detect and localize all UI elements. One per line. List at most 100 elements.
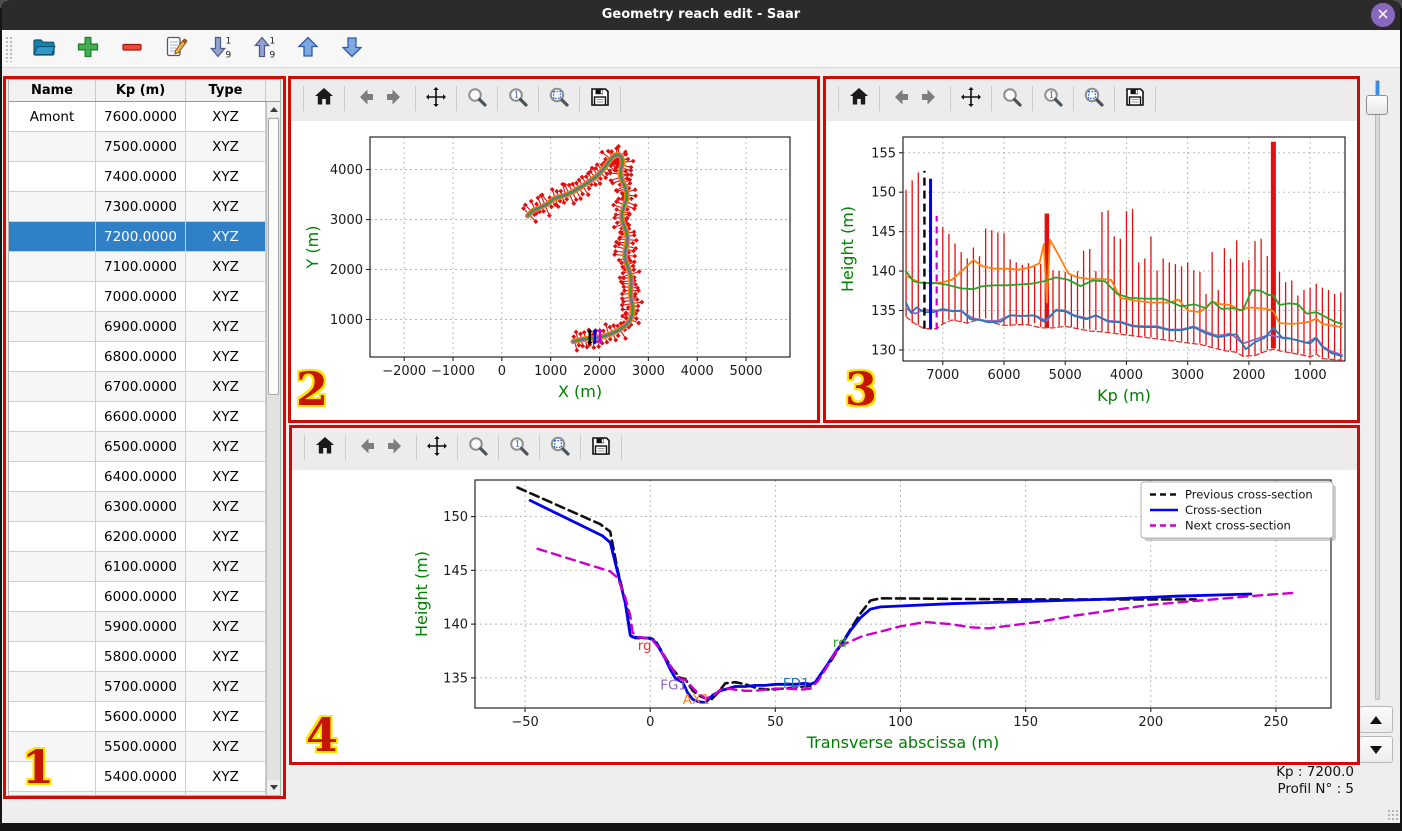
home-button[interactable] bbox=[310, 433, 340, 463]
back-button[interactable] bbox=[350, 84, 380, 114]
save-figure-button[interactable] bbox=[585, 84, 615, 114]
table-row[interactable]: 5700.0000 XYZ bbox=[9, 672, 266, 702]
table-row[interactable]: 6300.0000 XYZ bbox=[9, 492, 266, 522]
table-row[interactable]: 7500.0000 XYZ bbox=[9, 132, 266, 162]
scrollbar-thumb[interactable] bbox=[268, 118, 279, 395]
save-icon bbox=[588, 85, 612, 112]
save-figure-button[interactable] bbox=[586, 433, 616, 463]
table-row[interactable]: 6100.0000 XYZ bbox=[9, 552, 266, 582]
zoom-button[interactable] bbox=[462, 84, 492, 114]
zoom-rect-button[interactable] bbox=[545, 433, 575, 463]
table-row[interactable]: 6600.0000 XYZ bbox=[9, 402, 266, 432]
forward-button[interactable] bbox=[380, 84, 410, 114]
plus-icon bbox=[75, 34, 101, 63]
forward-button[interactable] bbox=[381, 433, 411, 463]
next-profile-button[interactable] bbox=[1359, 736, 1393, 763]
table-row[interactable]: 7000.0000 XYZ bbox=[9, 282, 266, 312]
forward-button[interactable] bbox=[915, 84, 945, 114]
table-row[interactable]: 5400.0000 XYZ bbox=[9, 762, 266, 792]
svg-text:Cross-section: Cross-section bbox=[1185, 503, 1262, 517]
table-row[interactable]: 5900.0000 XYZ bbox=[9, 612, 266, 642]
svg-text:7000: 7000 bbox=[926, 368, 959, 383]
column-header-kp[interactable]: Kp (m) bbox=[96, 80, 186, 101]
table-row[interactable]: 6900.0000 XYZ bbox=[9, 312, 266, 342]
table-row[interactable]: 6000.0000 XYZ bbox=[9, 582, 266, 612]
zoom-one-button[interactable]: 1 bbox=[504, 433, 534, 463]
edit-profile-button[interactable] bbox=[162, 34, 190, 64]
zoom-rect-button[interactable] bbox=[544, 84, 574, 114]
table-cell bbox=[9, 402, 96, 431]
table-cell: XYZ bbox=[186, 762, 266, 791]
zoom-rect-button[interactable] bbox=[1079, 84, 1109, 114]
previous-profile-button[interactable] bbox=[1359, 706, 1393, 733]
table-cell bbox=[9, 792, 96, 795]
column-header-type[interactable]: Type bbox=[186, 80, 266, 101]
table-cell: XYZ bbox=[186, 432, 266, 461]
save-icon bbox=[1123, 85, 1147, 112]
svg-text:135: 135 bbox=[871, 304, 896, 319]
scrollbar-up-button[interactable] bbox=[267, 102, 280, 117]
table-row[interactable]: 5500.0000 XYZ bbox=[9, 732, 266, 762]
table-row[interactable]: Amont 7600.0000 XYZ bbox=[9, 102, 266, 132]
home-button[interactable] bbox=[309, 84, 339, 114]
table-cell: XYZ bbox=[186, 342, 266, 371]
table-cell: XYZ bbox=[186, 552, 266, 581]
toolbar-separator bbox=[498, 435, 499, 460]
move-down-button[interactable] bbox=[338, 34, 366, 64]
plan-view-plot[interactable]: −2000 −1000 0 1000 2000 3000 4000 5000 1000 2000 3… bbox=[288, 121, 820, 423]
svg-text:5000: 5000 bbox=[729, 364, 762, 379]
table-row[interactable]: 6700.0000 XYZ bbox=[9, 372, 266, 402]
table-row[interactable]: 5300.0000XYZ bbox=[9, 792, 266, 795]
svg-text:155: 155 bbox=[871, 146, 896, 161]
svg-text:140: 140 bbox=[871, 265, 896, 280]
table-row[interactable]: 7400.0000 XYZ bbox=[9, 162, 266, 192]
table-row[interactable]: 7300.0000 XYZ bbox=[9, 192, 266, 222]
zoom-one-button[interactable]: 1 bbox=[503, 84, 533, 114]
pan-button[interactable] bbox=[421, 84, 451, 114]
save-figure-button[interactable] bbox=[1120, 84, 1150, 114]
move-up-button[interactable] bbox=[294, 34, 322, 64]
home-button[interactable] bbox=[844, 84, 874, 114]
scrollbar-down-button[interactable] bbox=[267, 780, 280, 795]
resize-grip[interactable] bbox=[1387, 809, 1399, 821]
zoom-one-button[interactable]: 1 bbox=[1038, 84, 1068, 114]
table-row[interactable]: 5600.0000 XYZ bbox=[9, 702, 266, 732]
table-row[interactable]: 6800.0000 XYZ bbox=[9, 342, 266, 372]
zoom-rect-icon bbox=[547, 85, 571, 112]
sort-ascending-button[interactable]: 19 bbox=[206, 34, 234, 64]
window-bottom-edge bbox=[0, 823, 1402, 831]
close-button[interactable] bbox=[1371, 3, 1395, 27]
title-bar[interactable]: Geometry reach edit - Saar bbox=[0, 0, 1402, 30]
toolbar-drag-handle[interactable] bbox=[5, 35, 12, 62]
back-button[interactable] bbox=[885, 84, 915, 114]
profile-slider[interactable] bbox=[1375, 80, 1380, 700]
pan-button[interactable] bbox=[956, 84, 986, 114]
sort-descending-button[interactable]: 19 bbox=[250, 34, 278, 64]
table-row[interactable]: 6500.0000 XYZ bbox=[9, 432, 266, 462]
table-row[interactable]: 6400.0000 XYZ bbox=[9, 462, 266, 492]
table-row[interactable]: 7100.0000 XYZ bbox=[9, 252, 266, 282]
cross-section-panel: 1 −50 0 50 100 150 200 250 135 140 145 150 Transver… bbox=[289, 425, 1360, 766]
zoom-button[interactable] bbox=[463, 433, 493, 463]
minus-icon bbox=[119, 34, 145, 63]
remove-profile-button[interactable] bbox=[118, 34, 146, 64]
svg-text:130: 130 bbox=[871, 343, 896, 358]
pan-button[interactable] bbox=[422, 433, 452, 463]
table-row[interactable]: 5800.0000 XYZ bbox=[9, 642, 266, 672]
profile-slider-fill bbox=[1376, 81, 1379, 96]
cross-section-plot[interactable]: −50 0 50 100 150 200 250 135 140 145 150 Transverse… bbox=[289, 470, 1360, 766]
profile-slider-handle[interactable] bbox=[1366, 95, 1388, 115]
table-cell: 5900.0000 bbox=[96, 612, 186, 641]
svg-text:Transverse abscissa (m): Transverse abscissa (m) bbox=[806, 733, 1000, 752]
toolbar-separator bbox=[539, 435, 540, 460]
table-row[interactable]: 7200.0000 XYZ bbox=[9, 222, 266, 252]
column-header-name[interactable]: Name bbox=[9, 80, 96, 101]
longitudinal-profile-plot[interactable]: 7000 6000 5000 4000 3000 2000 1000 130 135 140 145… bbox=[823, 121, 1360, 423]
zoom-button[interactable] bbox=[997, 84, 1027, 114]
add-profile-button[interactable] bbox=[74, 34, 102, 64]
back-button[interactable] bbox=[351, 433, 381, 463]
open-file-button[interactable] bbox=[30, 34, 58, 64]
table-row[interactable]: 6200.0000 XYZ bbox=[9, 522, 266, 552]
table-cell: XYZ bbox=[186, 732, 266, 761]
table-scrollbar[interactable] bbox=[266, 102, 280, 795]
